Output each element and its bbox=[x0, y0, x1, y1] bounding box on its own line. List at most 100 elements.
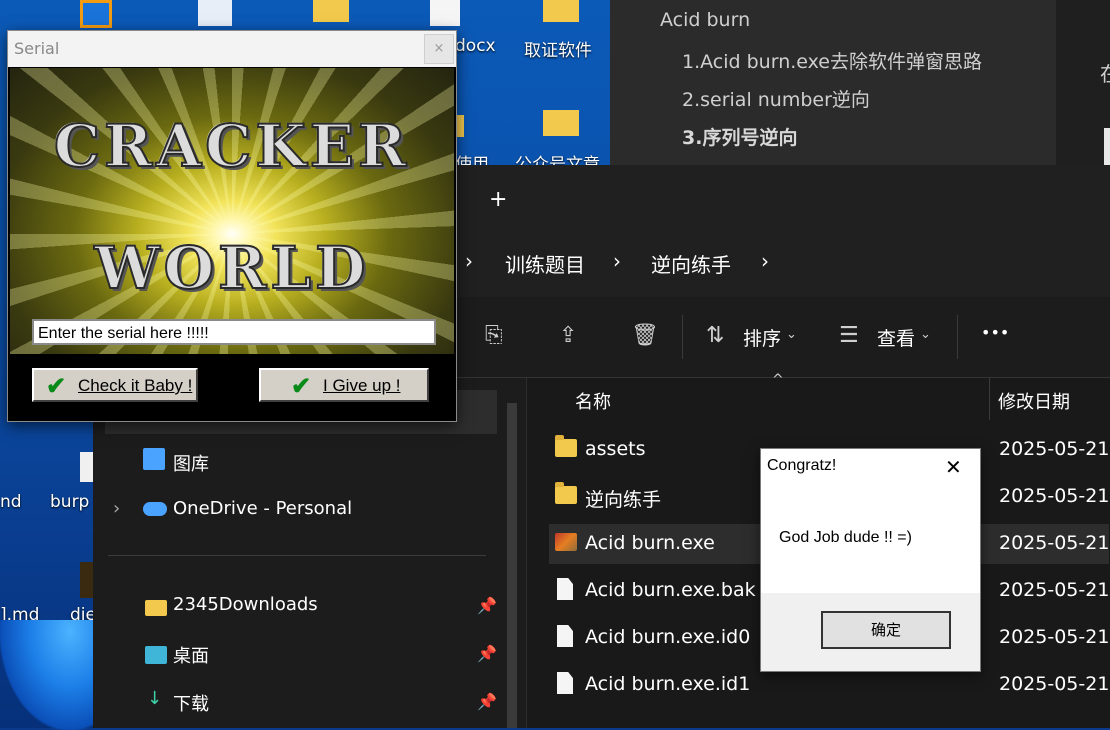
ok-button[interactable]: 确定 bbox=[821, 611, 951, 649]
onedrive-icon bbox=[143, 502, 167, 516]
desktop-label-nd[interactable]: nd bbox=[0, 492, 22, 512]
folder-icon bbox=[555, 482, 577, 504]
file-date: 2025-05-21 bbox=[999, 626, 1110, 648]
give-up-label: I Give up ! bbox=[323, 376, 401, 395]
nav-divider bbox=[108, 555, 486, 556]
check-it-button[interactable]: ✔ Check it Baby ! bbox=[32, 368, 198, 402]
nav-item-downloads2345[interactable]: 2345Downloads bbox=[173, 594, 318, 615]
delete-icon[interactable]: 🗑 bbox=[631, 323, 659, 348]
navigation-pane: 图库 › OneDrive - Personal 2345Downloads 📌… bbox=[93, 378, 526, 728]
sort-button[interactable]: 排序 bbox=[743, 324, 781, 351]
desktop-label-forensics[interactable]: 取证软件 bbox=[524, 36, 592, 61]
check-it-label: Check it Baby ! bbox=[78, 376, 193, 395]
file-icon bbox=[557, 625, 573, 647]
expand-chevron-icon[interactable]: › bbox=[113, 498, 120, 519]
notes-outline-panel: Acid burn 1.Acid burn.exe去除软件弹窗思路 2.seri… bbox=[610, 0, 1056, 165]
word-doc-icon[interactable] bbox=[430, 0, 460, 26]
congratz-title: Congratz! bbox=[767, 457, 837, 474]
share-icon[interactable]: ⇪ bbox=[559, 323, 577, 348]
pin-icon[interactable]: 📌 bbox=[477, 644, 497, 663]
document-icon[interactable] bbox=[198, 0, 232, 26]
article-folder-icon[interactable] bbox=[543, 110, 579, 136]
file-date: 2025-05-21 bbox=[999, 532, 1110, 554]
gallery-icon bbox=[143, 448, 165, 470]
pin-icon[interactable]: 📌 bbox=[477, 692, 497, 711]
sort-caret-icon: ^ bbox=[772, 372, 784, 388]
chevron-down-icon[interactable]: ⌄ bbox=[786, 327, 797, 342]
toolbar-separator bbox=[957, 315, 958, 359]
nav-item-download[interactable]: 下载 bbox=[173, 690, 209, 716]
view-icon[interactable]: ☰ bbox=[839, 323, 859, 348]
give-up-button[interactable]: ✔ I Give up ! bbox=[259, 368, 429, 402]
side-bar bbox=[1104, 128, 1110, 165]
notes-item-3[interactable]: 3.序列号逆向 bbox=[682, 123, 797, 150]
file-date: 2025-05-21 bbox=[999, 579, 1110, 601]
folder-icon bbox=[555, 435, 577, 457]
die-icon[interactable] bbox=[80, 562, 94, 598]
new-tab-button[interactable]: + bbox=[489, 187, 507, 212]
breadcrumb-sep-icon: › bbox=[465, 249, 473, 273]
side-glyph: 在 bbox=[1100, 58, 1110, 87]
banner-title-bottom: WORLD bbox=[94, 233, 370, 303]
cracker-world-banner: CRACKER WORLD bbox=[10, 68, 454, 354]
desktop-icon bbox=[145, 646, 167, 664]
column-separator[interactable] bbox=[989, 378, 990, 420]
close-icon[interactable]: × bbox=[424, 34, 454, 64]
congratz-footer: 确定 bbox=[761, 593, 980, 671]
wallpaper-swirl bbox=[0, 620, 100, 730]
download-icon: ↓ bbox=[147, 688, 163, 709]
serial-input[interactable]: Enter the serial here !!!!! bbox=[32, 319, 436, 345]
column-header-modified[interactable]: 修改日期 bbox=[998, 388, 1070, 414]
breadcrumb-sep-icon[interactable]: › bbox=[761, 249, 769, 273]
file-name: 逆向练手 bbox=[585, 489, 662, 511]
file-name: Acid burn.exe.id0 bbox=[585, 626, 751, 648]
folder-icon bbox=[145, 600, 167, 616]
congratz-dialog: Congratz! ✕ God Job dude !! =) 确定 bbox=[760, 448, 981, 672]
file-name: assets bbox=[585, 438, 646, 460]
more-options-button[interactable]: ••• bbox=[981, 323, 1009, 342]
nav-item-gallery[interactable]: 图库 bbox=[173, 450, 209, 476]
file-date: 2025-05-21 bbox=[999, 438, 1110, 460]
sort-icon[interactable]: ⇅ bbox=[706, 323, 724, 348]
notes-side-panel: 在 bbox=[1056, 0, 1110, 165]
breadcrumb-training[interactable]: 训练题目 bbox=[505, 249, 585, 278]
forensics-folder-icon[interactable] bbox=[543, 0, 579, 22]
nav-scrollbar[interactable] bbox=[507, 403, 517, 728]
view-button[interactable]: 查看 bbox=[877, 324, 915, 351]
rename-icon[interactable]: ⎘ bbox=[485, 323, 503, 348]
desktop-app-icon[interactable] bbox=[80, 0, 112, 28]
nav-item-onedrive[interactable]: OneDrive - Personal bbox=[173, 498, 352, 519]
file-icon bbox=[557, 578, 573, 600]
nav-item-desktop[interactable]: 桌面 bbox=[173, 642, 209, 668]
chevron-down-icon[interactable]: ⌄ bbox=[920, 327, 931, 342]
serial-button-row: ✔ Check it Baby ! ✔ I Give up ! bbox=[8, 354, 456, 421]
file-name: Acid burn.exe.id1 bbox=[585, 673, 751, 695]
column-header-name[interactable]: 名称 bbox=[575, 388, 611, 414]
notes-item-1[interactable]: 1.Acid burn.exe去除软件弹窗思路 bbox=[682, 47, 982, 74]
congratz-message: God Job dude !! =) bbox=[779, 529, 912, 546]
close-icon[interactable]: ✕ bbox=[945, 455, 962, 479]
banner-rays bbox=[10, 68, 454, 354]
folder-icon[interactable] bbox=[313, 0, 349, 22]
notes-heading[interactable]: Acid burn bbox=[660, 9, 750, 31]
notes-item-2[interactable]: 2.serial number逆向 bbox=[682, 85, 870, 112]
desktop-label-burp[interactable]: burp bbox=[50, 492, 89, 512]
check-icon: ✔ bbox=[46, 373, 67, 400]
toolbar-separator bbox=[682, 315, 683, 359]
check-icon: ✔ bbox=[291, 373, 312, 400]
desktop-label-docx[interactable]: docx bbox=[455, 36, 496, 56]
serial-title: Serial bbox=[14, 39, 60, 58]
exe-app-icon bbox=[555, 533, 577, 551]
serial-title-bar[interactable]: Serial × bbox=[8, 31, 456, 67]
file-icon bbox=[557, 672, 573, 694]
pin-icon[interactable]: 📌 bbox=[477, 596, 497, 615]
file-date: 2025-05-21 bbox=[999, 485, 1110, 507]
file-name: Acid burn.exe.bak bbox=[585, 579, 756, 601]
file-date: 2025-05-21 bbox=[999, 673, 1110, 695]
breadcrumb-sep-icon: › bbox=[613, 249, 621, 273]
banner-title-top: CRACKER bbox=[53, 111, 411, 181]
burp-icon[interactable] bbox=[80, 452, 94, 482]
file-name: Acid burn.exe bbox=[585, 532, 715, 554]
serial-dialog: Serial × CRACKER WORLD Enter the serial … bbox=[7, 30, 457, 422]
breadcrumb-reverse[interactable]: 逆向练手 bbox=[651, 249, 731, 278]
